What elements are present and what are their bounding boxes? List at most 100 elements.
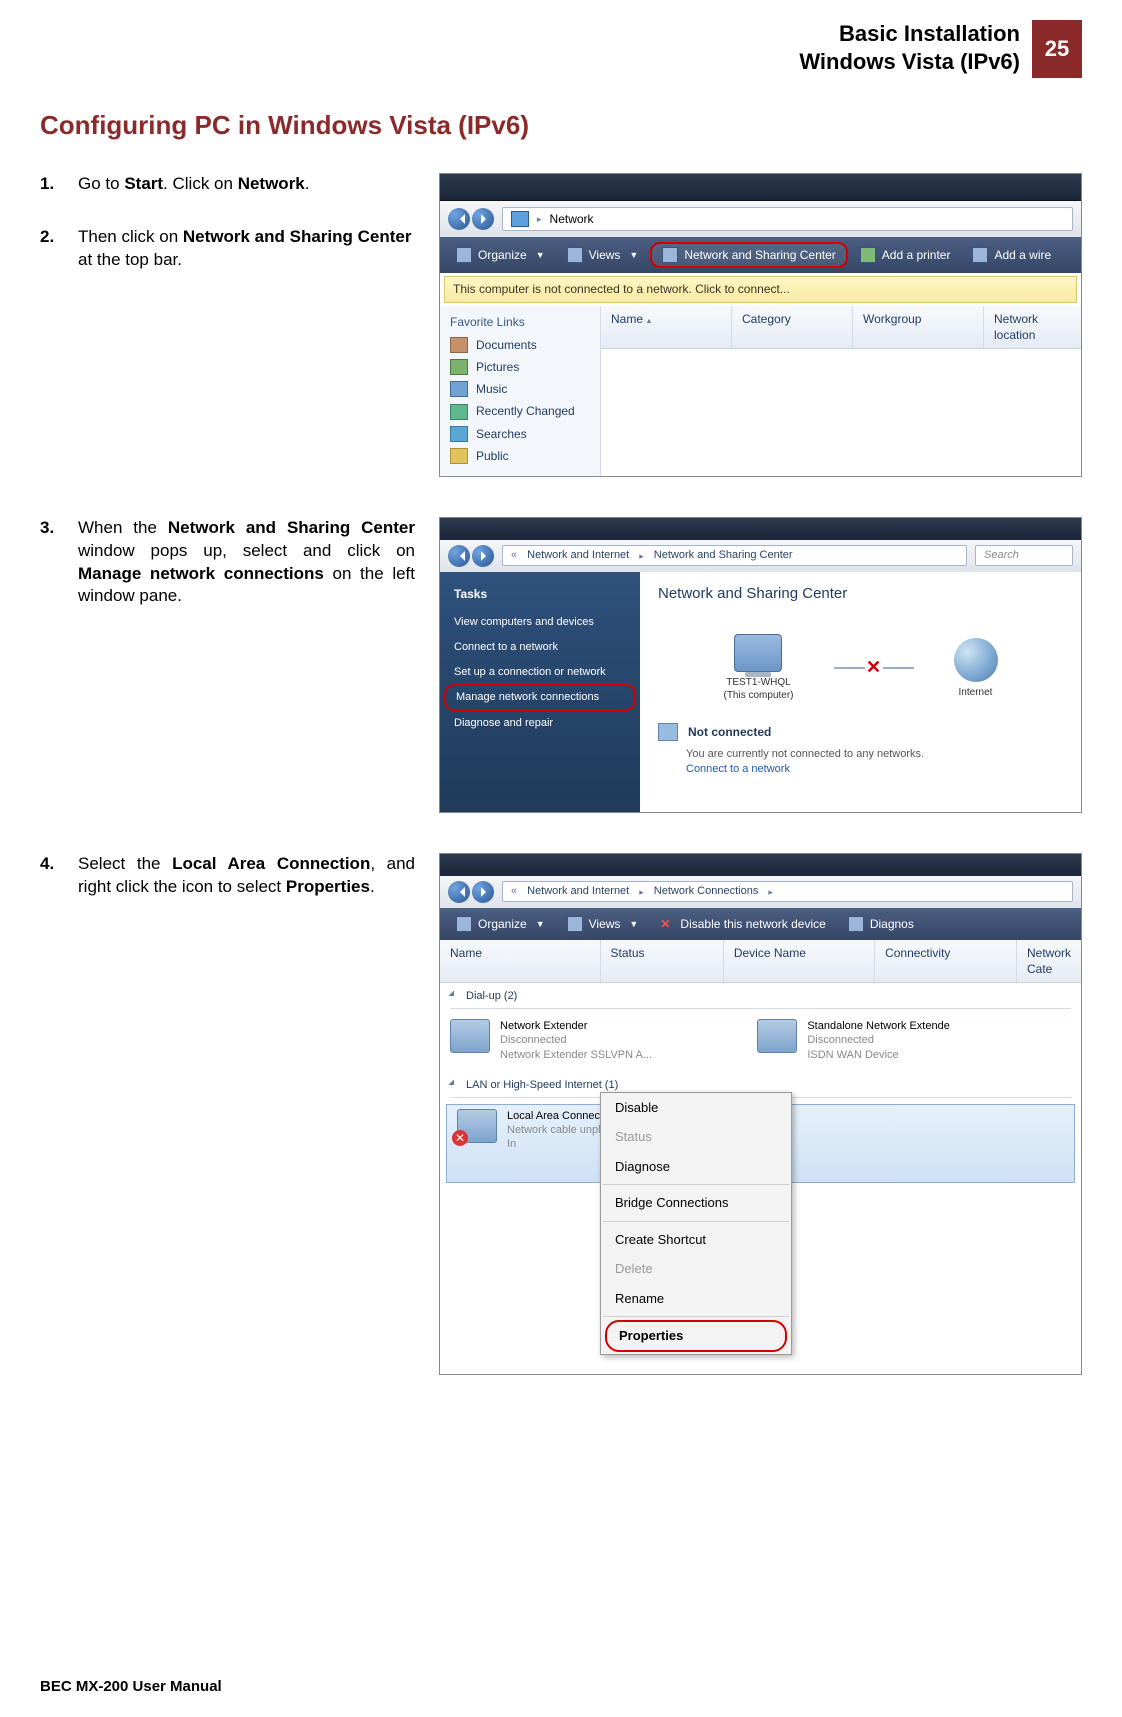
footer: BEC MX-200 User Manual [40, 1677, 222, 1697]
disconnected-icon: ✕ [865, 658, 883, 676]
screenshot-sharing-center: « Network and Internet ▸ Network and Sha… [439, 517, 1082, 813]
step-1: 1. Go to Start. Click on Network. [40, 173, 415, 196]
diagnose-button[interactable]: Diagnos [838, 913, 924, 935]
task-diagnose-repair[interactable]: Diagnose and repair [440, 711, 640, 736]
fav-recent[interactable]: Recently Changed [440, 400, 600, 422]
connection-icon [457, 1109, 497, 1143]
fav-pictures[interactable]: Pictures [440, 356, 600, 378]
context-menu: Disable Status Diagnose Bridge Connectio… [600, 1092, 792, 1355]
back-button[interactable] [448, 881, 470, 903]
conn-standalone-extender[interactable]: Standalone Network Extende Disconnected … [757, 1019, 1041, 1062]
fav-searches[interactable]: Searches [440, 423, 600, 445]
column-headers: Name Category Workgroup Network location [601, 306, 1081, 349]
close-icon: ✕ [660, 916, 670, 932]
breadcrumb: Network [550, 211, 594, 227]
add-wireless-button[interactable]: Add a wire [962, 244, 1061, 266]
col-workgroup[interactable]: Workgroup [853, 306, 984, 348]
col-name[interactable]: Name [440, 940, 601, 982]
status-message: You are currently not connected to any n… [686, 747, 1063, 762]
views-button[interactable]: Views▼ [557, 244, 649, 266]
folder-icon [450, 337, 468, 353]
ctx-status: Status [601, 1122, 791, 1152]
views-button[interactable]: Views▼ [557, 913, 649, 935]
col-name[interactable]: Name [601, 306, 732, 348]
screenshot-network-connections: « Network and Internet ▸ Network Connect… [439, 853, 1082, 1375]
page-number: 25 [1032, 20, 1082, 78]
window-titlebar [440, 518, 1081, 540]
connection-line: ✕ [834, 667, 914, 669]
add-printer-button[interactable]: Add a printer [850, 244, 961, 266]
folder-icon [450, 359, 468, 375]
col-category[interactable]: Network Cate [1017, 940, 1081, 982]
col-netloc[interactable]: Network location [984, 306, 1081, 348]
address-bar[interactable]: ▸ Network [502, 207, 1073, 231]
ctx-rename[interactable]: Rename [601, 1284, 791, 1314]
screenshot-network-explorer: ▸ Network Organize▼ Views▼ Network and S… [439, 173, 1082, 477]
globe-icon [954, 638, 998, 682]
forward-button[interactable] [472, 881, 494, 903]
diagnose-icon [848, 916, 864, 932]
address-bar[interactable]: « Network and Internet ▸ Network Connect… [502, 881, 1073, 902]
status-icon [658, 723, 678, 741]
header-line-2: Windows Vista (IPv6) [799, 48, 1020, 76]
ctx-delete: Delete [601, 1254, 791, 1284]
tasks-pane: Tasks View computers and devices Connect… [440, 572, 640, 812]
column-headers: Name Status Device Name Connectivity Net… [440, 940, 1081, 983]
info-bar[interactable]: This computer is not connected to a netw… [444, 276, 1077, 302]
organize-icon [456, 916, 472, 932]
step-4: 4. Select the Local Area Connection, and… [40, 853, 415, 899]
task-view-computers[interactable]: View computers and devices [440, 610, 640, 635]
folder-icon [450, 426, 468, 442]
col-device[interactable]: Device Name [724, 940, 875, 982]
task-manage-connections[interactable]: Manage network connections [444, 684, 636, 711]
step-2: 2. Then click on Network and Sharing Cen… [40, 226, 415, 272]
address-bar[interactable]: « Network and Internet ▸ Network and Sha… [502, 545, 967, 566]
folder-icon [450, 404, 468, 420]
connect-link[interactable]: Connect to a network [686, 762, 1063, 777]
back-button[interactable] [448, 208, 470, 230]
task-connect-network[interactable]: Connect to a network [440, 635, 640, 660]
header-line-1: Basic Installation [799, 20, 1020, 48]
main-title: Network and Sharing Center [658, 584, 1063, 604]
col-category[interactable]: Category [732, 306, 853, 348]
conn-network-extender[interactable]: Network Extender Disconnected Network Ex… [450, 1019, 734, 1062]
ctx-diagnose[interactable]: Diagnose [601, 1152, 791, 1182]
folder-icon [450, 381, 468, 397]
nsc-icon [662, 247, 678, 263]
fav-documents[interactable]: Documents [440, 334, 600, 356]
col-connectivity[interactable]: Connectivity [875, 940, 1017, 982]
wireless-icon [972, 247, 988, 263]
disable-device-button[interactable]: ✕Disable this network device [650, 913, 835, 935]
ctx-properties[interactable]: Properties [605, 1320, 787, 1352]
forward-button[interactable] [472, 208, 494, 230]
page-header: Basic Installation Windows Vista (IPv6) … [40, 0, 1082, 78]
connection-icon [450, 1019, 490, 1053]
ctx-disable[interactable]: Disable [601, 1093, 791, 1123]
window-titlebar [440, 174, 1081, 201]
search-input[interactable]: Search [975, 545, 1073, 566]
favorites-pane: Favorite Links Documents Pictures Music … [440, 306, 601, 476]
back-button[interactable] [448, 545, 470, 567]
section-title: Configuring PC in Windows Vista (IPv6) [40, 108, 1082, 143]
group-dialup[interactable]: Dial-up (2) [440, 983, 1081, 1008]
ctx-bridge[interactable]: Bridge Connections [601, 1188, 791, 1218]
fav-music[interactable]: Music [440, 378, 600, 400]
organize-button[interactable]: Organize▼ [446, 913, 555, 935]
organize-button[interactable]: Organize▼ [446, 244, 555, 266]
favorites-header: Favorite Links [440, 310, 600, 334]
connection-icon [757, 1019, 797, 1053]
computer-icon [734, 634, 782, 672]
col-status[interactable]: Status [601, 940, 724, 982]
ctx-shortcut[interactable]: Create Shortcut [601, 1225, 791, 1255]
task-setup-connection[interactable]: Set up a connection or network [440, 660, 640, 685]
network-sharing-center-button[interactable]: Network and Sharing Center [650, 242, 847, 268]
status-label: Not connected [688, 724, 771, 740]
organize-icon [456, 247, 472, 263]
folder-icon [450, 448, 468, 464]
printer-icon [860, 247, 876, 263]
window-titlebar [440, 854, 1081, 876]
forward-button[interactable] [472, 545, 494, 567]
network-map: TEST1-WHQL (This computer) ✕ Internet [658, 634, 1063, 703]
fav-public[interactable]: Public [440, 445, 600, 467]
views-icon [567, 916, 583, 932]
